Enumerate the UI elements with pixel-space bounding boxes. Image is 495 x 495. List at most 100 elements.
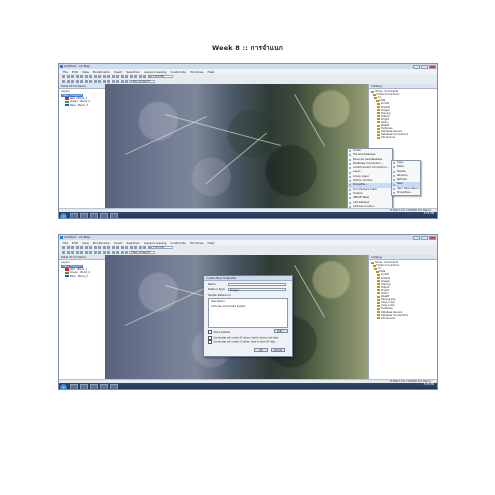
cancel-button[interactable]: Cancel xyxy=(271,348,285,352)
start-button[interactable] xyxy=(60,212,67,218)
taskbar-app-icon[interactable] xyxy=(70,213,78,218)
show-details-checkbox[interactable] xyxy=(208,330,213,335)
menu-item[interactable]: View xyxy=(82,241,89,245)
toolbar-tool-icon[interactable] xyxy=(107,80,110,83)
toolbar-tool-icon[interactable] xyxy=(102,80,106,83)
toolbar-tool-icon[interactable] xyxy=(62,246,65,249)
close-button[interactable] xyxy=(429,235,436,240)
context-menu-item[interactable]: Properties... xyxy=(392,191,420,195)
toolbar-tool-icon[interactable] xyxy=(93,251,97,254)
toolbar-tool-icon[interactable] xyxy=(116,251,119,254)
taskbar-app-icon[interactable] xyxy=(80,213,88,218)
toolbar-tool-icon[interactable] xyxy=(71,75,74,78)
z-values-checkbox[interactable] xyxy=(208,340,213,345)
toolbar-tool-icon[interactable] xyxy=(84,75,88,78)
toolbar-tool-icon[interactable] xyxy=(80,80,83,83)
show-details-row[interactable]: Show Details xyxy=(208,330,230,335)
map-view[interactable] xyxy=(105,84,371,208)
ok-button[interactable]: OK xyxy=(254,348,268,352)
minimize-button[interactable] xyxy=(413,235,420,240)
toolbar-tool-icon[interactable] xyxy=(125,80,128,83)
toolbar-tool-icon[interactable] xyxy=(84,246,88,249)
toolbar-tool-icon[interactable] xyxy=(80,246,83,249)
taskbar-app-icon[interactable] xyxy=(90,213,98,218)
z-values-row[interactable]: Coordinates will contain Z values. Used … xyxy=(208,340,276,345)
toolbar-tool-icon[interactable] xyxy=(138,246,142,249)
toolbar-tool-icon[interactable] xyxy=(138,75,142,78)
toolbar-tool-icon[interactable] xyxy=(93,75,97,78)
toolbar-tool-icon[interactable] xyxy=(89,75,92,78)
toolbar-tool-icon[interactable] xyxy=(80,251,83,254)
menu-item[interactable]: Windows xyxy=(190,241,203,245)
toolbar-tool-icon[interactable] xyxy=(129,246,133,249)
toolbar-tool-icon[interactable] xyxy=(134,246,137,249)
toolbar-tool-icon[interactable] xyxy=(89,251,92,254)
taskbar-app-icon[interactable] xyxy=(100,384,108,389)
toolbar-tool-icon[interactable] xyxy=(98,251,101,254)
menu-item[interactable]: Insert xyxy=(114,70,123,74)
name-input[interactable] xyxy=(228,282,286,286)
toolbar-tool-icon[interactable] xyxy=(89,246,92,249)
menu-item[interactable]: File xyxy=(63,241,68,245)
toolbar-tool-icon[interactable] xyxy=(71,246,74,249)
menu-item[interactable]: Geoprocessing xyxy=(144,241,166,245)
layer-combo[interactable]: Class_Image.tif xyxy=(129,251,155,254)
menu-item[interactable]: Insert xyxy=(114,241,123,245)
menu-item[interactable]: Windows xyxy=(190,70,203,74)
toolbar-tool-icon[interactable] xyxy=(66,251,70,254)
menu-item[interactable]: Geoprocessing xyxy=(144,70,166,74)
toolbar-tool-icon[interactable] xyxy=(98,246,101,249)
catalog-item[interactable]: GIS Servers xyxy=(371,136,435,139)
toolbar-tool-icon[interactable] xyxy=(125,251,128,254)
toolbar-tool-icon[interactable] xyxy=(111,75,115,78)
toolbar-tool-icon[interactable] xyxy=(116,75,119,78)
scale-combo[interactable]: 1:60,000 xyxy=(151,75,173,78)
toolbar-tool-icon[interactable] xyxy=(111,251,115,254)
toolbar-tool-icon[interactable] xyxy=(120,75,124,78)
menu-item[interactable]: View xyxy=(82,70,89,74)
toolbar-tool-icon[interactable] xyxy=(134,75,137,78)
minimize-button[interactable] xyxy=(413,64,420,69)
start-button[interactable] xyxy=(60,383,67,389)
toolbar-tool-icon[interactable] xyxy=(102,251,106,254)
menu-item[interactable]: Customize xyxy=(170,241,186,245)
toolbar-tool-icon[interactable] xyxy=(125,246,128,249)
toolbar-tool-icon[interactable] xyxy=(120,80,124,83)
toolbar-tool-icon[interactable] xyxy=(66,75,70,78)
toolbar-tool-icon[interactable] xyxy=(93,80,97,83)
toolbar-tool-icon[interactable] xyxy=(89,80,92,83)
menu-item[interactable]: File xyxy=(63,70,68,74)
close-button[interactable] xyxy=(429,64,436,69)
toolbar-tool-icon[interactable] xyxy=(66,80,70,83)
toolbar-tool-icon[interactable] xyxy=(143,246,146,249)
toc-layer-item[interactable]: Blue : Band_3 xyxy=(61,104,103,107)
toolbar-tool-icon[interactable] xyxy=(98,80,101,83)
menu-item[interactable]: Selection xyxy=(126,241,140,245)
toolbar-tool-icon[interactable] xyxy=(71,251,74,254)
toolbar-tool-icon[interactable] xyxy=(75,80,79,83)
toolbar-tool-icon[interactable] xyxy=(102,75,106,78)
menu-item[interactable]: Bookmarks xyxy=(93,241,110,245)
toolbar-tool-icon[interactable] xyxy=(107,246,110,249)
menu-item[interactable]: Edit xyxy=(72,70,78,74)
toolbar-tool-icon[interactable] xyxy=(80,75,83,78)
toolbar-tool-icon[interactable] xyxy=(75,251,79,254)
toolbar-tool-icon[interactable] xyxy=(125,75,128,78)
menu-item[interactable]: Help xyxy=(208,241,215,245)
catalog-item[interactable]: GIS Servers xyxy=(371,317,435,320)
taskbar-app-icon[interactable] xyxy=(90,384,98,389)
menu-item[interactable]: Customize xyxy=(170,70,186,74)
maximize-button[interactable] xyxy=(421,64,428,69)
taskbar-app-icon[interactable] xyxy=(100,213,108,218)
maximize-button[interactable] xyxy=(421,235,428,240)
menu-item[interactable]: Help xyxy=(208,70,215,74)
toolbar-tool-icon[interactable] xyxy=(129,75,133,78)
taskbar-app-icon[interactable] xyxy=(70,384,78,389)
toolbar-tool-icon[interactable] xyxy=(93,246,97,249)
toolbar-tool-icon[interactable] xyxy=(62,251,65,254)
edit-button[interactable]: Edit... xyxy=(274,329,288,333)
feature-type-select[interactable]: Polygon xyxy=(228,287,286,292)
toolbar-tool-icon[interactable] xyxy=(71,80,74,83)
toolbar-tool-icon[interactable] xyxy=(62,80,65,83)
toolbar-tool-icon[interactable] xyxy=(116,246,119,249)
